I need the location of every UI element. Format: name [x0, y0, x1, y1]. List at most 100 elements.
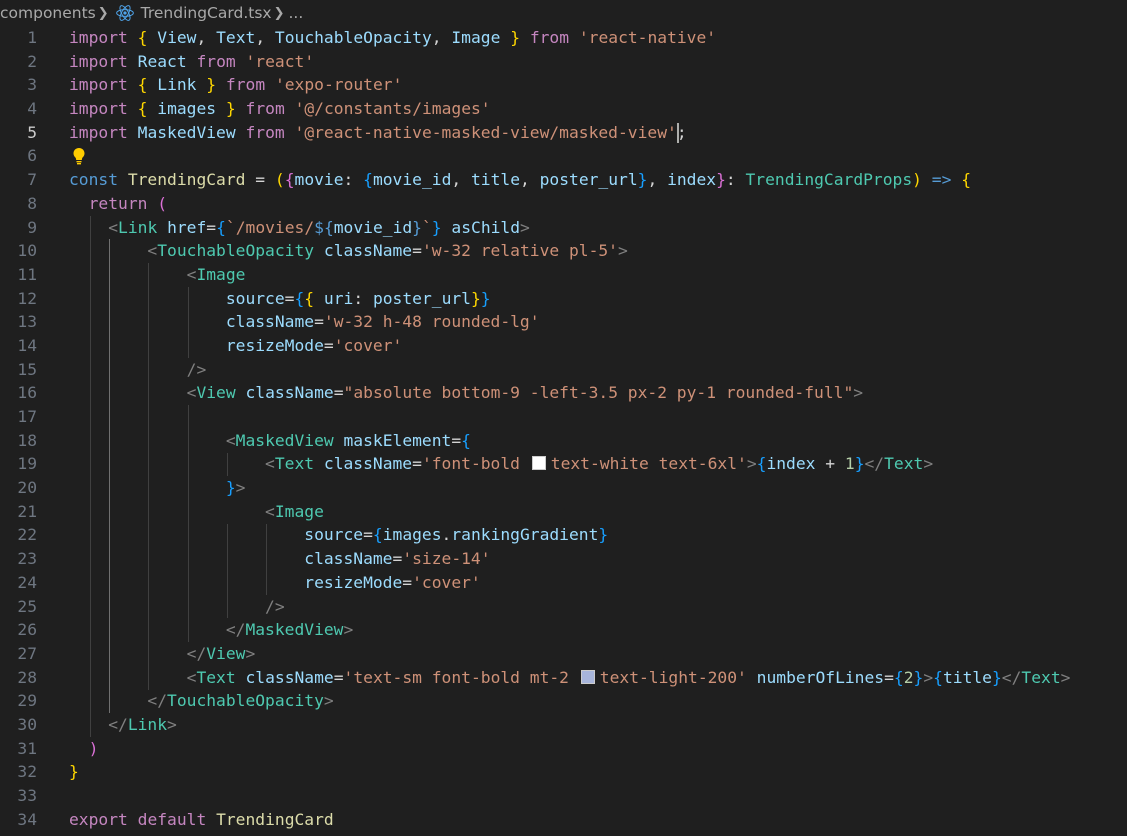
breadcrumb-file[interactable]: TrendingCard.tsx	[141, 4, 272, 22]
code-line[interactable]: 19 <Text className='font-bold text-white…	[0, 452, 1127, 476]
code-line[interactable]: 25 />	[0, 595, 1127, 619]
line-number: 9	[27, 217, 37, 237]
code-text: <Text className='font-bold text-white te…	[265, 454, 934, 474]
code-text: />	[265, 596, 285, 616]
line-number: 3	[27, 75, 37, 95]
line-number: 7	[27, 170, 37, 190]
code-text: className='w-32 h-48 rounded-lg'	[225, 312, 540, 332]
code-text: return (	[88, 193, 168, 213]
code-text: import { Link } from 'expo-router'	[69, 75, 403, 95]
line-number: 6	[27, 146, 37, 166]
line-number: 13	[17, 312, 37, 332]
line-number: 12	[17, 288, 37, 308]
code-line[interactable]: 5 import MaskedView from '@react-native-m…	[0, 121, 1127, 145]
code-text: <TouchableOpacity className='w-32 relati…	[147, 241, 628, 261]
code-editor[interactable]: 1 import { View, Text, TouchableOpacity, …	[0, 26, 1127, 836]
indent-guide	[226, 452, 228, 477]
line-number: 30	[17, 714, 37, 734]
code-text: <Link href={`/movies/${movie_id}`} asChi…	[108, 217, 530, 237]
line-number: 17	[17, 407, 37, 426]
breadcrumb-folder[interactable]: components	[0, 4, 96, 22]
line-number: 19	[17, 454, 37, 474]
line-number: 11	[17, 264, 37, 284]
breadcrumb: components ❯ TrendingCard.tsx ❯ ...	[0, 0, 1127, 26]
code-line[interactable]: 23 className='size-14'	[0, 547, 1127, 571]
chevron-right-icon: ❯	[97, 5, 109, 21]
code-text: <Image	[186, 264, 246, 284]
indent-guide	[89, 215, 91, 737]
code-line[interactable]: 15 />	[0, 358, 1127, 382]
code-line[interactable]: 13 className='w-32 h-48 rounded-lg'	[0, 310, 1127, 334]
code-line[interactable]: 7 const TrendingCard = ({movie: {movie_id…	[0, 168, 1127, 192]
code-line[interactable]: 17	[0, 405, 1127, 429]
code-text: source={images.rankingGradient}	[304, 525, 609, 545]
code-line[interactable]: 20 }>	[0, 476, 1127, 500]
code-text: resizeMode='cover'	[225, 335, 403, 355]
line-number: 14	[17, 335, 37, 355]
code-line[interactable]: 18 <MaskedView maskElement={	[0, 429, 1127, 453]
code-line[interactable]: 33	[0, 784, 1127, 808]
code-line[interactable]: 24 resizeMode='cover'	[0, 571, 1127, 595]
code-line[interactable]: 34 export default TrendingCard	[0, 808, 1127, 832]
code-text: <Image	[265, 501, 324, 521]
code-text: </View>	[186, 643, 256, 663]
code-line[interactable]: 22 source={images.rankingGradient}	[0, 523, 1127, 547]
line-number: 24	[17, 572, 37, 592]
indent-guide	[148, 263, 150, 690]
lightbulb-icon[interactable]	[71, 146, 87, 166]
code-line[interactable]: 1 import { View, Text, TouchableOpacity, …	[0, 26, 1127, 50]
code-text: import MaskedView from '@react-native-ma…	[69, 122, 687, 142]
line-number: 4	[27, 99, 37, 119]
code-line[interactable]: 30 </Link>	[0, 713, 1127, 737]
code-line[interactable]: 14 resizeMode='cover'	[0, 334, 1127, 358]
text-cursor	[677, 122, 679, 143]
line-number: 23	[17, 549, 37, 569]
code-line[interactable]: 4 import { images } from '@/constants/ima…	[0, 97, 1127, 121]
code-text: )	[88, 738, 99, 758]
code-line[interactable]: 2 import React from 'react'	[0, 50, 1127, 74]
code-text: source={{ uri: poster_url}}	[225, 288, 491, 308]
line-number: 26	[17, 620, 37, 640]
code-text: <Text className='text-sm font-bold mt-2 …	[186, 667, 1071, 687]
line-number: 10	[17, 241, 37, 261]
line-number: 5	[27, 122, 37, 142]
code-text: import { images } from '@/constants/imag…	[69, 99, 491, 119]
code-text: const TrendingCard = ({movie: {movie_id,…	[69, 170, 971, 190]
code-line[interactable]: 29 </TouchableOpacity>	[0, 689, 1127, 713]
code-text: resizeMode='cover'	[304, 572, 481, 592]
line-number: 22	[17, 525, 37, 545]
code-line[interactable]: 21 <Image	[0, 500, 1127, 524]
code-line[interactable]: 28 <Text className='text-sm font-bold mt…	[0, 666, 1127, 690]
line-number: 21	[17, 501, 37, 521]
code-text: </Link>	[108, 714, 177, 734]
color-swatch[interactable]	[531, 456, 546, 471]
code-line[interactable]: 12 source={{ uri: poster_url}}	[0, 287, 1127, 311]
code-text: export default TrendingCard	[69, 809, 334, 829]
line-number: 18	[17, 430, 37, 450]
chevron-right-icon: ❯	[273, 5, 285, 21]
code-line[interactable]: 26 </MaskedView>	[0, 618, 1127, 642]
code-line[interactable]: 31 )	[0, 737, 1127, 761]
breadcrumb-more[interactable]: ...	[288, 4, 303, 22]
line-number: 25	[17, 596, 37, 616]
line-number: 16	[17, 383, 37, 403]
color-swatch[interactable]	[580, 669, 595, 684]
code-line[interactable]: 9 <Link href={`/movies/${movie_id}`} asC…	[0, 216, 1127, 240]
code-line[interactable]: 32}	[0, 760, 1127, 784]
code-line[interactable]: 10 <TouchableOpacity className='w-32 rel…	[0, 239, 1127, 263]
code-text: }>	[225, 478, 246, 498]
code-line[interactable]: 27 </View>	[0, 642, 1127, 666]
code-text: import { View, Text, TouchableOpacity, I…	[69, 28, 717, 47]
line-number: 32	[17, 762, 37, 782]
line-number: 2	[27, 51, 37, 71]
code-line[interactable]: 11 <Image	[0, 263, 1127, 287]
code-line[interactable]: 8 return (	[0, 192, 1127, 216]
react-file-icon	[115, 5, 134, 21]
code-line[interactable]: 3 import { Link } from 'expo-router'	[0, 73, 1127, 97]
line-number: 33	[17, 786, 37, 805]
line-number: 8	[27, 193, 37, 213]
code-line[interactable]: 6	[0, 144, 1127, 168]
code-line[interactable]: 16 <View className="absolute bottom-9 -l…	[0, 381, 1127, 405]
code-text: <MaskedView maskElement={	[225, 430, 471, 450]
code-text: }	[69, 762, 79, 782]
